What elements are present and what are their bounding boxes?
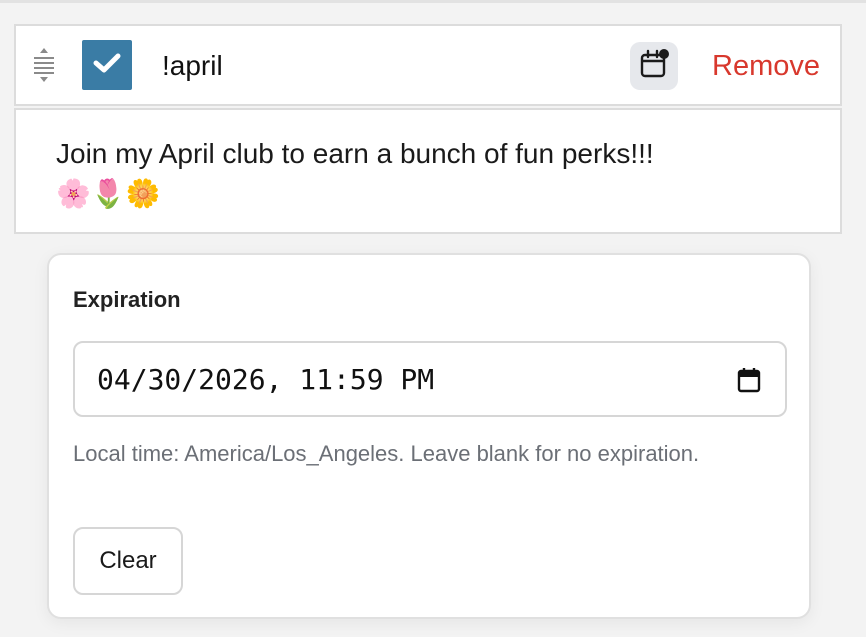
command-description-box[interactable]: Join my April club to earn a bunch of fu…: [14, 108, 842, 234]
command-name: !april: [162, 50, 223, 81]
enabled-checkbox[interactable]: [82, 40, 132, 90]
expiration-panel: Expiration 04/30/2026, 11:59 PM Local ti…: [47, 253, 811, 619]
expiration-label: Expiration: [73, 287, 181, 312]
expiration-hint: Local time: America/Los_Angeles. Leave b…: [73, 441, 700, 466]
top-divider: [0, 0, 866, 3]
remove-button[interactable]: Remove: [712, 46, 820, 86]
calendar-icon[interactable]: [737, 367, 761, 393]
expiration-datetime-input[interactable]: 04/30/2026, 11:59 PM: [73, 341, 787, 417]
command-description: Join my April club to earn a bunch of fu…: [56, 138, 654, 209]
check-icon: [92, 51, 122, 80]
expiration-datetime-value: 04/30/2026, 11:59 PM: [97, 363, 435, 396]
command-header-row: !april Remove: [14, 24, 842, 106]
clear-button[interactable]: Clear: [73, 527, 183, 595]
calendar-with-dot-icon: [638, 48, 670, 85]
expiration-calendar-button[interactable]: [630, 42, 678, 90]
drag-handle-icon[interactable]: [30, 44, 58, 86]
